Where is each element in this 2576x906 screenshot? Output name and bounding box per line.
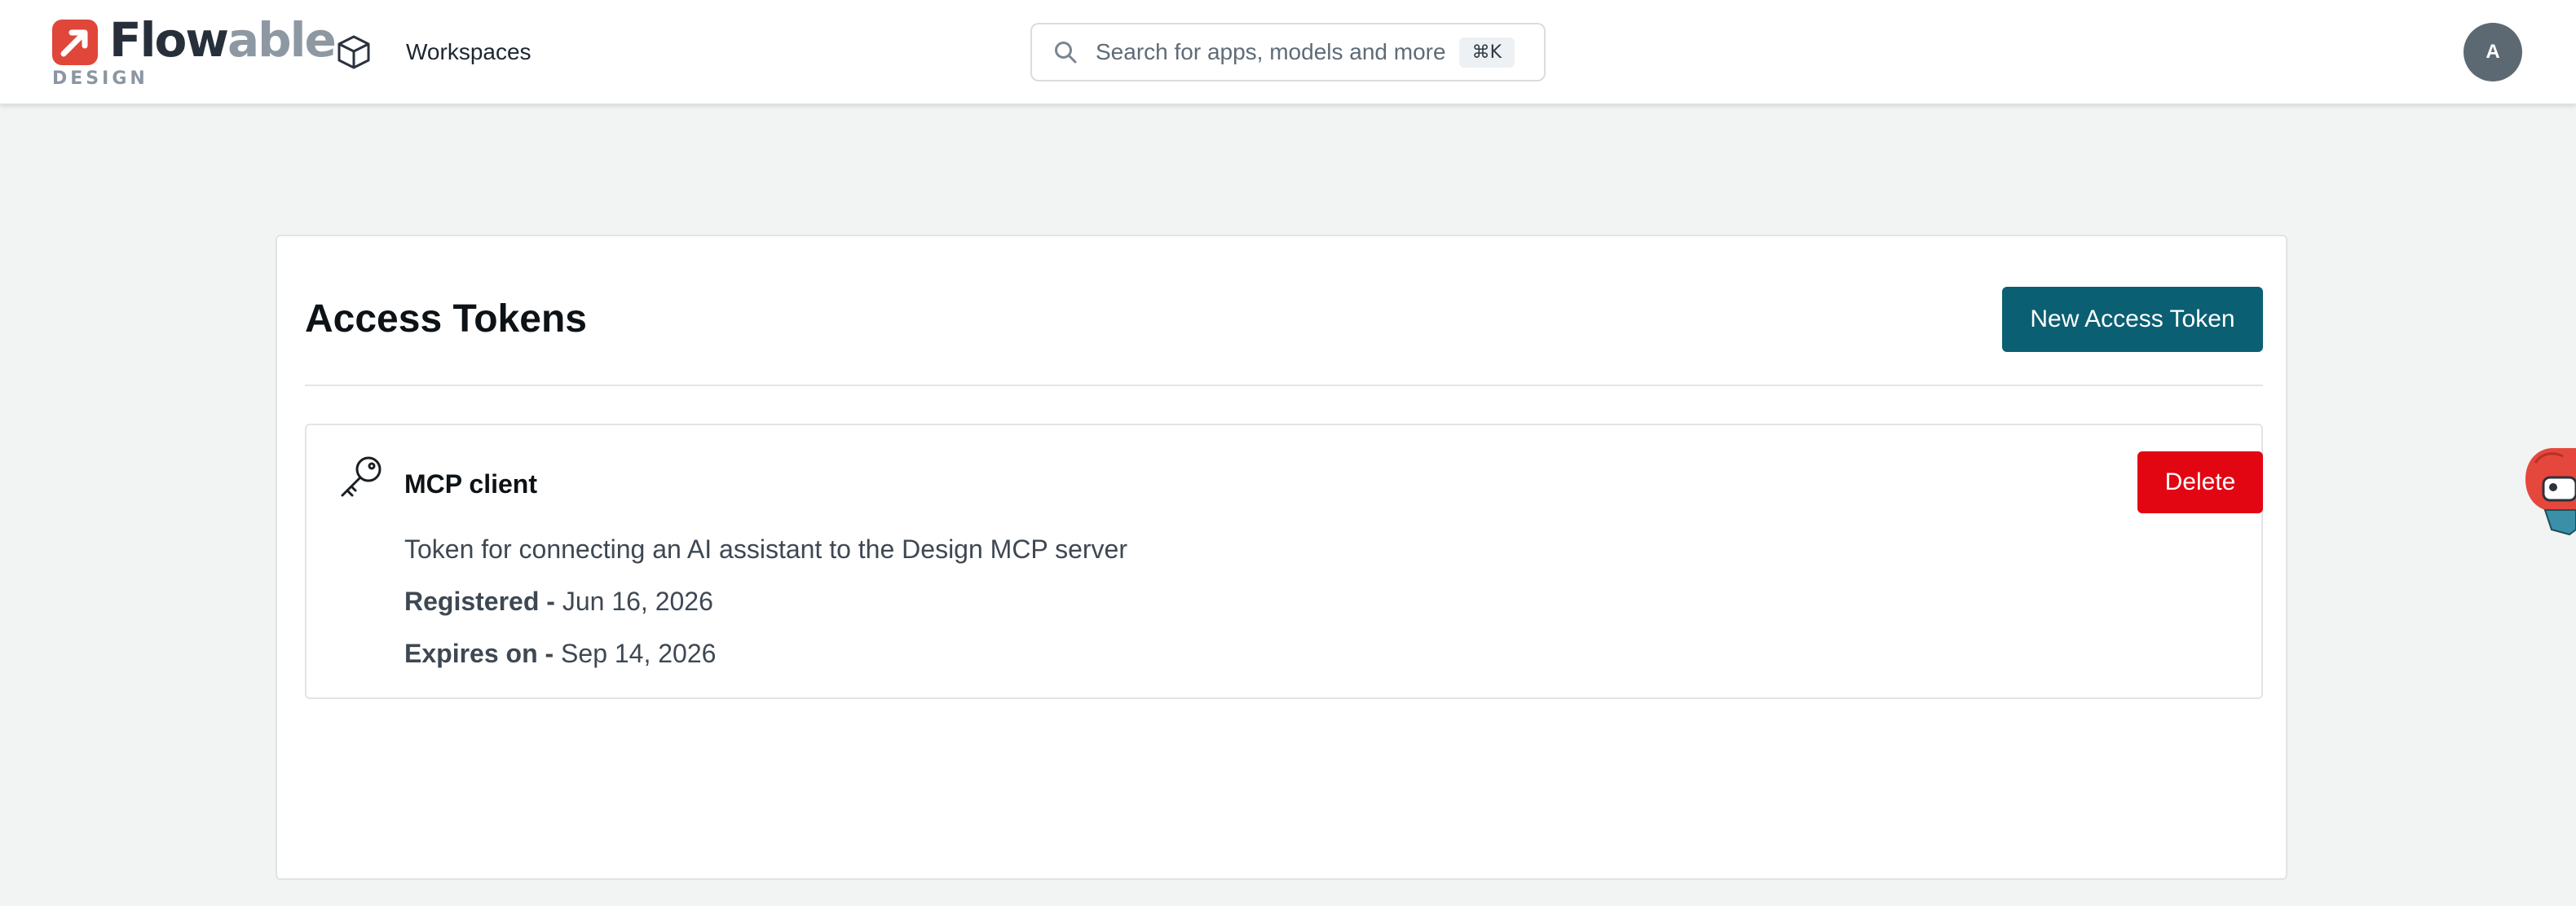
delete-token-button[interactable]: Delete	[2137, 451, 2263, 513]
token-card: MCP client Delete Token for connecting a…	[305, 424, 2263, 699]
cube-icon	[337, 35, 370, 69]
access-tokens-panel: Access Tokens New Access Token MCP clien…	[276, 235, 2287, 880]
workspaces-nav-link[interactable]: Workspaces	[334, 29, 532, 75]
new-access-token-button[interactable]: New Access Token	[2002, 287, 2263, 352]
top-navigation-bar: Flowable DESIGN Workspaces Search for ap…	[0, 0, 2576, 104]
token-registered: Registered - Jun 16, 2026	[404, 587, 713, 617]
assistant-mascot-icon[interactable]	[2521, 445, 2576, 543]
flowable-logo-icon	[52, 20, 98, 65]
expires-label: Expires on -	[404, 639, 554, 668]
expires-date: Sep 14, 2026	[561, 639, 717, 668]
logo-word-secondary: able	[227, 12, 337, 68]
header-divider	[305, 385, 2263, 386]
token-name: MCP client	[404, 469, 537, 499]
search-shortcut-badge: ⌘K	[1458, 37, 1515, 68]
flowable-design-logo[interactable]: Flowable DESIGN	[52, 12, 337, 95]
search-placeholder: Search for apps, models and more	[1096, 39, 1446, 64]
global-search-input[interactable]: Search for apps, models and more ⌘K	[1030, 23, 1546, 81]
token-description: Token for connecting an AI assistant to …	[404, 534, 1127, 564]
page-title: Access Tokens	[305, 297, 587, 341]
search-icon	[1055, 42, 1077, 64]
token-expiry: Expires on - Sep 14, 2026	[404, 639, 716, 669]
user-avatar[interactable]: A	[2464, 23, 2522, 81]
logo-subtitle: DESIGN	[52, 68, 148, 89]
logo-word-primary: Flow	[109, 12, 229, 68]
registered-label: Registered -	[404, 587, 555, 616]
workspaces-label: Workspaces	[406, 39, 532, 64]
registered-date: Jun 16, 2026	[562, 587, 713, 616]
logo-wordmark: Flowable	[109, 11, 337, 68]
key-icon	[341, 456, 382, 497]
